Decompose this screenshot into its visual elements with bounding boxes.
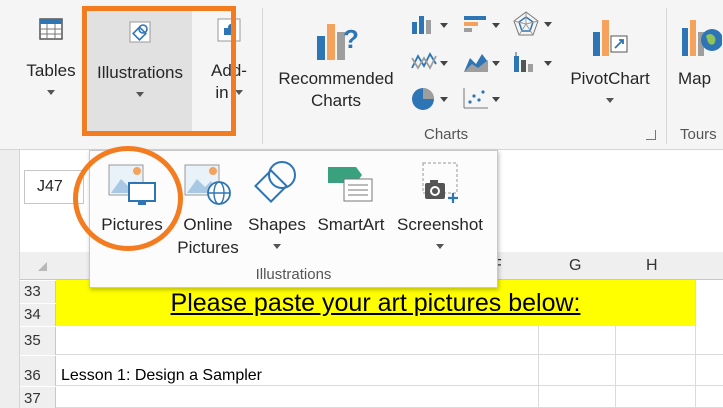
row-header-34[interactable]: 34 bbox=[20, 304, 56, 326]
smartart-button[interactable]: SmartArt bbox=[310, 157, 392, 236]
table-row bbox=[56, 386, 723, 408]
tables-label: Tables bbox=[26, 61, 76, 80]
chevron-down-icon bbox=[440, 23, 448, 28]
hierarchy-chart-button[interactable] bbox=[462, 12, 502, 40]
illustrations-group-label: Illustrations bbox=[255, 266, 332, 283]
svg-text:?: ? bbox=[343, 24, 359, 54]
radar-chart-icon bbox=[513, 11, 539, 36]
recommended-charts-label-1: Recommended bbox=[278, 69, 394, 88]
radar-chart-button[interactable] bbox=[512, 10, 554, 38]
map-icon bbox=[682, 20, 722, 56]
tables-button[interactable]: Tables bbox=[20, 12, 82, 95]
table-row bbox=[56, 327, 723, 355]
smartart-label: SmartArt bbox=[317, 215, 385, 234]
screenshot-icon bbox=[422, 162, 458, 203]
chevron-down-icon bbox=[440, 61, 448, 66]
maps-button[interactable]: Map bbox=[678, 14, 723, 90]
lesson-cell[interactable]: Lesson 1: Design a Sampler bbox=[61, 365, 262, 387]
chevron-down-icon bbox=[273, 244, 281, 249]
statistic-chart-icon bbox=[514, 52, 533, 72]
smartart-icon bbox=[328, 167, 373, 202]
line-chart-icon bbox=[411, 52, 437, 70]
scatter-chart-button[interactable] bbox=[462, 86, 502, 114]
recommended-charts-icon: ? bbox=[317, 24, 359, 60]
statistic-chart-button[interactable] bbox=[512, 50, 554, 78]
online-pictures-label-1: Online bbox=[183, 215, 233, 234]
chevron-down-icon bbox=[544, 61, 552, 66]
online-pictures-label-2: Pictures bbox=[177, 238, 239, 257]
shapes-label: Shapes bbox=[248, 215, 306, 234]
area-chart-icon bbox=[464, 54, 488, 72]
chevron-down-icon bbox=[436, 244, 444, 249]
area-chart-button[interactable] bbox=[462, 50, 502, 78]
row-header-36[interactable]: 36 bbox=[20, 356, 56, 386]
chevron-down-icon bbox=[492, 23, 500, 28]
chevron-down-icon bbox=[47, 90, 55, 95]
select-all-corner[interactable] bbox=[38, 262, 47, 271]
column-header-g[interactable]: G bbox=[569, 252, 581, 280]
screenshot-label: Screenshot bbox=[397, 215, 483, 234]
hierarchy-chart-icon bbox=[464, 16, 486, 32]
chevron-down-icon bbox=[492, 97, 500, 102]
online-pictures-icon bbox=[184, 164, 231, 205]
table-icon bbox=[39, 18, 63, 40]
group-separator bbox=[666, 8, 667, 144]
shapes-icon bbox=[254, 161, 296, 203]
screenshot-button[interactable]: Screenshot bbox=[392, 157, 488, 249]
pivotchart-icon bbox=[593, 20, 628, 56]
group-separator bbox=[262, 8, 263, 144]
row-header-33[interactable]: 33 bbox=[20, 281, 56, 303]
recommended-charts-button[interactable]: ? Recommended Charts bbox=[270, 14, 402, 112]
column-chart-icon bbox=[412, 16, 431, 34]
row-header-35[interactable]: 35 bbox=[20, 327, 56, 355]
chevron-down-icon bbox=[544, 22, 552, 27]
shapes-button[interactable]: Shapes bbox=[244, 157, 310, 249]
chevron-down-icon bbox=[440, 97, 448, 102]
banner-text: Please paste your art pictures below: bbox=[170, 289, 581, 317]
row-header-37[interactable]: 37 bbox=[20, 387, 56, 408]
column-header-h[interactable]: H bbox=[646, 252, 658, 280]
chevron-down-icon bbox=[492, 61, 500, 66]
maps-label: Map bbox=[678, 69, 712, 88]
pivotchart-button[interactable]: PivotChart bbox=[560, 14, 660, 103]
line-chart-button[interactable] bbox=[410, 50, 450, 78]
tours-group-label: Tours bbox=[680, 126, 717, 143]
left-panel-edge bbox=[0, 150, 20, 408]
pivotchart-label: PivotChart bbox=[570, 69, 650, 88]
scatter-chart-icon bbox=[463, 88, 488, 109]
charts-group-label: Charts bbox=[424, 126, 469, 143]
column-chart-button[interactable] bbox=[410, 12, 450, 40]
pictures-highlight-circle bbox=[73, 146, 183, 251]
dialog-launcher-icon[interactable] bbox=[646, 130, 656, 140]
illustrations-highlight-box bbox=[82, 6, 236, 136]
pie-chart-icon bbox=[412, 88, 434, 110]
pie-chart-button[interactable] bbox=[410, 86, 450, 114]
recommended-charts-label-2: Charts bbox=[310, 91, 362, 110]
chevron-down-icon bbox=[606, 98, 614, 103]
